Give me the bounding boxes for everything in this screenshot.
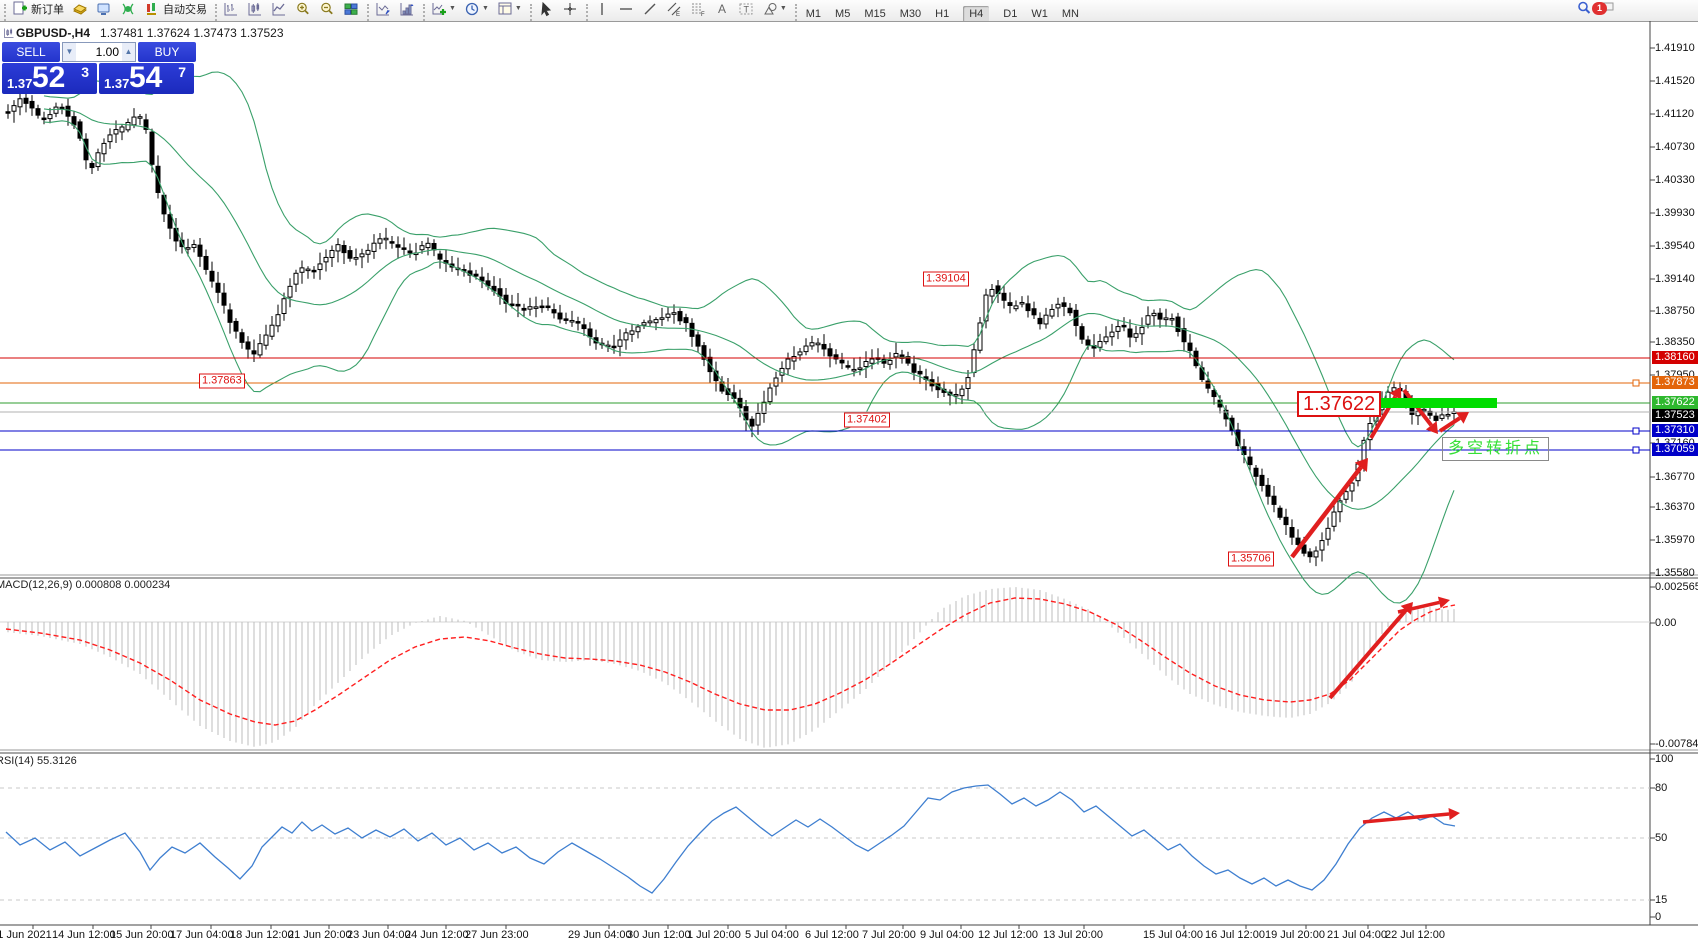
volume-input[interactable] [76, 43, 122, 61]
time-axis-label: 15 Jun 20:00 [110, 929, 174, 941]
sell-button[interactable]: SELL [2, 42, 60, 62]
buy-price-base: 1.37 [104, 76, 129, 91]
time-axis-label: 16 Jul 12:00 [1205, 929, 1265, 941]
line-handle[interactable] [1633, 380, 1639, 386]
rsi-axis-tick: 0 [1655, 911, 1661, 923]
price-axis-tick: 1.41520 [1655, 75, 1695, 87]
buy-price-point: 7 [178, 64, 186, 80]
time-axis-label: 17 Jun 04:00 [170, 929, 234, 941]
price-axis-tag: 1.37059 [1652, 443, 1698, 456]
price-axis-tag: 1.37873 [1652, 376, 1698, 389]
time-axis-label: 5 Jul 04:00 [745, 929, 799, 941]
time-axis-label: 1 Jul 20:00 [687, 929, 741, 941]
time-axis-label: 11 Jun 2021 [0, 929, 52, 941]
time-axis-label: 13 Jul 20:00 [1043, 929, 1103, 941]
rsi-pane [6, 785, 1455, 893]
buy-price-panel[interactable]: 1.37 54 7 [99, 63, 194, 94]
sell-price-panel[interactable]: 1.37 52 3 [2, 63, 97, 94]
volume-increase-button[interactable]: ▲ [122, 43, 135, 61]
macd-axis-tick: 0.002565 [1655, 581, 1698, 593]
time-axis-label: 30 Jun 12:00 [627, 929, 691, 941]
price-axis-tick: 1.41120 [1655, 108, 1694, 120]
price-axis-tick: 1.41910 [1655, 42, 1695, 54]
time-axis-label: 29 Jun 04:00 [568, 929, 632, 941]
mt4-window: 新订单自动交易▼▼▼EFAT▼M1M5M15M30H1H4D1W1MN 1 GB… [0, 0, 1698, 943]
price-axis-tag: 1.37523 [1652, 409, 1698, 422]
rsi-indicator-label: RSI(14) 55.3126 [0, 755, 77, 767]
price-axis-tick: 1.36770 [1655, 471, 1695, 483]
price-axis-tick: 1.39930 [1655, 207, 1695, 219]
trend-arrow[interactable] [1330, 602, 1413, 698]
time-axis-label: 19 Jul 20:00 [1265, 929, 1325, 941]
time-axis-label: 9 Jul 04:00 [920, 929, 974, 941]
symbol-info: GBPUSD-,H4 1.37481 1.37624 1.37473 1.3752… [16, 26, 284, 40]
trend-arrow[interactable] [1292, 458, 1368, 557]
macd-pane [6, 587, 1455, 748]
time-axis-label: 6 Jul 12:00 [805, 929, 859, 941]
buy-price-pips: 54 [129, 61, 162, 95]
price-axis-tick: 1.40730 [1655, 141, 1695, 153]
time-axis-label: 22 Jul 12:00 [1385, 929, 1445, 941]
macd-indicator-label: MACD(12,26,9) 0.000808 0.000234 [0, 579, 170, 591]
candlestick-series [6, 87, 1456, 566]
volume-decrease-button[interactable]: ▼ [63, 43, 76, 61]
rsi-name: RSI(14) [0, 755, 34, 767]
time-axis-label: 23 Jun 04:00 [347, 929, 411, 941]
sell-price-base: 1.37 [7, 76, 32, 91]
price-axis-tag: 1.37622 [1652, 396, 1698, 409]
turning-point-label[interactable]: 多空转折点 [1442, 437, 1549, 461]
price-axis-tick: 1.35580 [1655, 567, 1695, 579]
bollinger-bands [44, 72, 1454, 603]
time-axis-label: 12 Jul 12:00 [978, 929, 1038, 941]
price-axis-tick: 1.39540 [1655, 240, 1695, 252]
price-annotation[interactable]: 1.35706 [1228, 552, 1274, 567]
time-axis-label: 21 Jun 20:00 [288, 929, 352, 941]
chart-candles-icon [3, 27, 15, 39]
time-axis-label: 15 Jul 04:00 [1143, 929, 1203, 941]
time-axis-label: 21 Jul 04:00 [1327, 929, 1387, 941]
macd-name: MACD(12,26,9) [0, 579, 72, 591]
price-axis-tick: 1.35970 [1655, 534, 1695, 546]
symbol-name: GBPUSD-,H4 [16, 26, 90, 40]
line-handle[interactable] [1633, 428, 1639, 434]
time-axis-label: 27 Jun 23:00 [465, 929, 529, 941]
time-axis-label: 7 Jul 20:00 [862, 929, 916, 941]
time-axis-label: 18 Jun 12:00 [230, 929, 294, 941]
price-axis-tag: 1.37310 [1652, 424, 1698, 437]
price-axis-tag: 1.38160 [1652, 351, 1698, 364]
price-annotation[interactable]: 1.39104 [923, 272, 969, 287]
buy-button[interactable]: BUY [138, 42, 196, 62]
key-level-label[interactable]: 1.37622 [1297, 391, 1381, 417]
rsi-axis-tick: 100 [1655, 753, 1673, 765]
symbol-quotes: 1.37481 1.37624 1.37473 1.37523 [100, 26, 284, 40]
price-annotation[interactable]: 1.37402 [844, 413, 890, 428]
price-axis-tick: 1.40330 [1655, 174, 1695, 186]
price-axis-tick: 1.38350 [1655, 336, 1695, 348]
price-axis-tick: 1.39140 [1655, 273, 1695, 285]
chart-symbol-icon [3, 27, 15, 42]
sell-price-pips: 52 [32, 61, 65, 95]
macd-axis-tick: 0.00 [1655, 617, 1676, 629]
rsi-axis-tick: 15 [1655, 894, 1667, 906]
line-handle[interactable] [1633, 447, 1639, 453]
macd-axis-tick: -0.007847 [1655, 738, 1698, 750]
chart-canvas[interactable] [0, 0, 1698, 943]
rsi-value: 55.3126 [37, 755, 77, 767]
one-click-trading-panel: SELL ▼ ▲ BUY 1.37 52 3 1.37 54 7 [2, 42, 196, 94]
sell-price-point: 3 [81, 64, 89, 80]
rsi-axis-tick: 50 [1655, 832, 1667, 844]
time-axis-label: 24 Jun 12:00 [405, 929, 469, 941]
price-axis-tick: 1.36370 [1655, 501, 1695, 513]
highlight-bar[interactable] [1378, 398, 1497, 408]
price-axis-tick: 1.38750 [1655, 305, 1695, 317]
rsi-axis-tick: 80 [1655, 782, 1667, 794]
price-annotation[interactable]: 1.37863 [199, 374, 245, 389]
time-axis-label: 14 Jun 12:00 [52, 929, 116, 941]
macd-values: 0.000808 0.000234 [75, 579, 170, 591]
